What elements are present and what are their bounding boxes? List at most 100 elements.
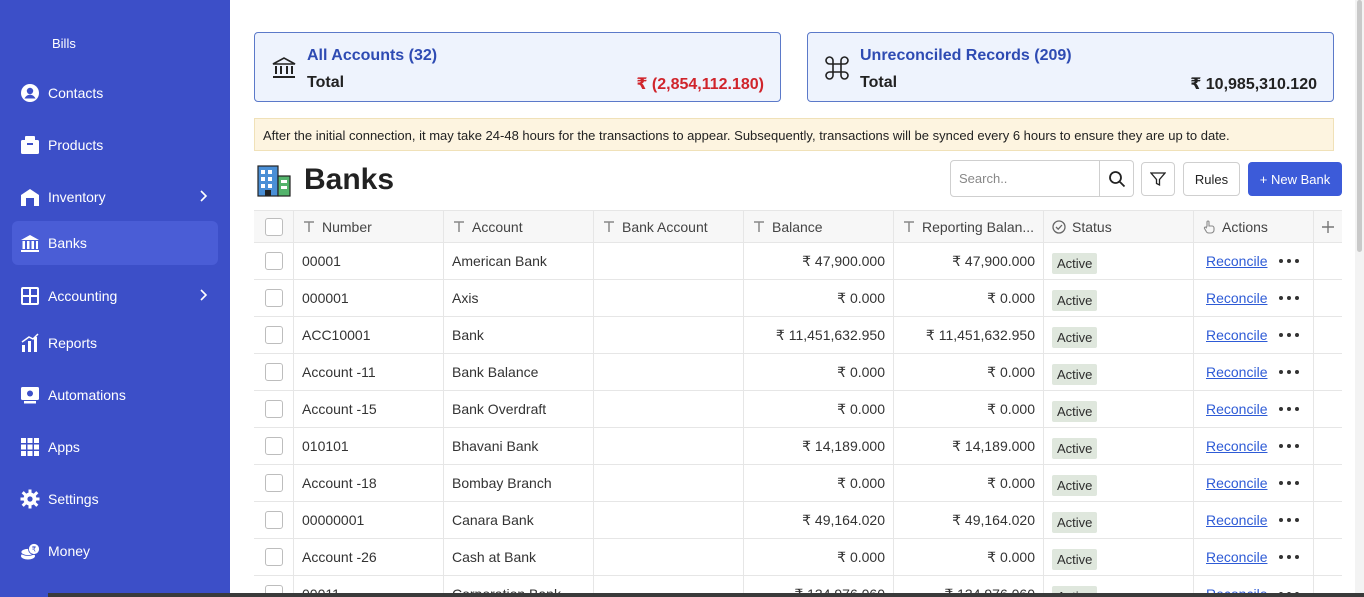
table-row[interactable]: 00001 American Bank ₹ 47,900.000 ₹ 47,90… xyxy=(254,243,1342,280)
row-checkbox[interactable] xyxy=(264,474,283,492)
reconcile-link[interactable]: Reconcile xyxy=(1206,364,1267,380)
row-checkbox[interactable] xyxy=(264,289,283,307)
gear-icon xyxy=(20,489,40,509)
column-header-status[interactable]: Status xyxy=(1044,211,1194,242)
reconcile-link[interactable]: Reconcile xyxy=(1206,253,1267,269)
filter-button[interactable] xyxy=(1141,162,1175,196)
reconcile-link[interactable]: Reconcile xyxy=(1206,512,1267,528)
column-header-actions: Actions xyxy=(1194,211,1314,242)
cell-actions: Reconcile xyxy=(1194,465,1314,501)
row-checkbox[interactable] xyxy=(264,511,283,529)
command-icon xyxy=(825,56,849,80)
all-accounts-card[interactable]: All Accounts (32) Total ₹ (2,854,112.180… xyxy=(254,32,781,102)
cell-spacer xyxy=(1314,391,1342,427)
scrollbar-thumb[interactable] xyxy=(1357,0,1362,252)
cell-reporting-balance: ₹ 14,189.000 xyxy=(894,428,1044,464)
more-options-icon[interactable] xyxy=(1279,439,1300,453)
chevron-right-icon[interactable] xyxy=(196,288,210,302)
row-checkbox[interactable] xyxy=(264,437,283,455)
table-row[interactable]: Account -26 Cash at Bank ₹ 0.000 ₹ 0.000… xyxy=(254,539,1342,576)
search-input[interactable] xyxy=(950,160,1100,197)
cell-number: 000001 xyxy=(294,280,444,316)
column-header-account[interactable]: Account xyxy=(444,211,594,242)
sidebar-item-contacts[interactable]: Contacts xyxy=(12,71,218,115)
column-header-label: Account xyxy=(472,218,523,235)
table-row[interactable]: ACC10001 Bank ₹ 11,451,632.950 ₹ 11,451,… xyxy=(254,317,1342,354)
column-header-number[interactable]: Number xyxy=(294,211,444,242)
chevron-right-icon[interactable] xyxy=(196,189,210,203)
column-header-reporting-balance[interactable]: Reporting Balan... xyxy=(894,211,1044,242)
cell-account: Bank Balance xyxy=(444,354,594,390)
reconcile-link[interactable]: Reconcile xyxy=(1206,290,1267,306)
rules-button[interactable]: Rules xyxy=(1183,162,1240,196)
pointer-hand-icon xyxy=(1203,219,1215,234)
sidebar-item-automations[interactable]: Automations xyxy=(12,373,218,417)
sidebar-item-inventory[interactable]: Inventory xyxy=(12,175,218,219)
table-row[interactable]: 000001 Axis ₹ 0.000 ₹ 0.000 Active Recon… xyxy=(254,280,1342,317)
page-header: Banks xyxy=(256,162,394,198)
sidebar-item-label: Products xyxy=(48,137,104,153)
reconcile-link[interactable]: Reconcile xyxy=(1206,549,1267,565)
money-icon: ₹ xyxy=(20,541,40,561)
sidebar-item-banks[interactable]: Banks xyxy=(12,221,218,265)
card-title[interactable]: Unreconciled Records (209) xyxy=(860,47,1072,65)
add-column-button[interactable] xyxy=(1314,211,1342,242)
sidebar-item-reports[interactable]: Reports xyxy=(12,321,218,365)
sidebar-item-products[interactable]: Products xyxy=(12,123,218,167)
warehouse-icon xyxy=(20,187,40,207)
more-options-icon[interactable] xyxy=(1279,365,1300,379)
row-checkbox[interactable] xyxy=(264,252,283,270)
sidebar-item-accounting[interactable]: Accounting xyxy=(12,274,218,318)
cell-bank-account xyxy=(594,243,744,279)
more-options-icon[interactable] xyxy=(1279,254,1300,268)
more-options-icon[interactable] xyxy=(1279,291,1300,305)
cell-actions: Reconcile xyxy=(1194,354,1314,390)
column-header-balance[interactable]: Balance xyxy=(744,211,894,242)
sidebar-item-label: Accounting xyxy=(48,288,118,304)
search-button[interactable] xyxy=(1100,160,1134,197)
sync-notice-banner: After the initial connection, it may tak… xyxy=(254,118,1334,151)
select-all-checkbox[interactable] xyxy=(264,217,283,236)
table-row[interactable]: 010101 Bhavani Bank ₹ 14,189.000 ₹ 14,18… xyxy=(254,428,1342,465)
row-checkbox[interactable] xyxy=(264,400,283,418)
new-bank-button[interactable]: + New Bank xyxy=(1248,162,1342,196)
column-header-bank-account[interactable]: Bank Account xyxy=(594,211,744,242)
cell-bank-account xyxy=(594,465,744,501)
cell-balance: ₹ 0.000 xyxy=(744,465,894,501)
sidebar-subitem-bills[interactable]: Bills xyxy=(52,36,76,51)
sidebar-item-apps[interactable]: Apps xyxy=(12,425,218,469)
reconcile-link[interactable]: Reconcile xyxy=(1206,475,1267,491)
more-options-icon[interactable] xyxy=(1279,550,1300,564)
svg-text:₹: ₹ xyxy=(32,546,37,554)
status-badge: Active xyxy=(1052,548,1098,570)
row-select-cell xyxy=(254,539,294,575)
row-checkbox[interactable] xyxy=(264,326,283,344)
unreconciled-records-card[interactable]: Unreconciled Records (209) Total ₹ 10,98… xyxy=(807,32,1334,102)
table-row[interactable]: Account -15 Bank Overdraft ₹ 0.000 ₹ 0.0… xyxy=(254,391,1342,428)
reconcile-link[interactable]: Reconcile xyxy=(1206,438,1267,454)
row-checkbox[interactable] xyxy=(264,363,283,381)
sidebar-item-money[interactable]: ₹ Money xyxy=(12,529,218,573)
more-options-icon[interactable] xyxy=(1279,328,1300,342)
cell-bank-account xyxy=(594,502,744,538)
card-total-label: Total xyxy=(860,74,898,91)
cell-number: 00000001 xyxy=(294,502,444,538)
cell-reporting-balance: ₹ 0.000 xyxy=(894,539,1044,575)
reconcile-link[interactable]: Reconcile xyxy=(1206,401,1267,417)
sidebar-item-settings[interactable]: Settings xyxy=(12,477,218,521)
more-options-icon[interactable] xyxy=(1279,476,1300,490)
cell-reporting-balance: ₹ 0.000 xyxy=(894,280,1044,316)
card-title[interactable]: All Accounts (32) xyxy=(307,47,437,65)
table-row[interactable]: 00000001 Canara Bank ₹ 49,164.020 ₹ 49,1… xyxy=(254,502,1342,539)
row-checkbox[interactable] xyxy=(264,548,283,566)
more-options-icon[interactable] xyxy=(1279,513,1300,527)
bank-building-icon xyxy=(257,165,291,197)
cell-balance: ₹ 0.000 xyxy=(744,539,894,575)
cell-spacer xyxy=(1314,317,1342,353)
table-row[interactable]: Account -18 Bombay Branch ₹ 0.000 ₹ 0.00… xyxy=(254,465,1342,502)
table-row[interactable]: Account -11 Bank Balance ₹ 0.000 ₹ 0.000… xyxy=(254,354,1342,391)
more-options-icon[interactable] xyxy=(1279,402,1300,416)
cell-account: Bank Overdraft xyxy=(444,391,594,427)
cell-status: Active xyxy=(1044,280,1194,316)
reconcile-link[interactable]: Reconcile xyxy=(1206,327,1267,343)
